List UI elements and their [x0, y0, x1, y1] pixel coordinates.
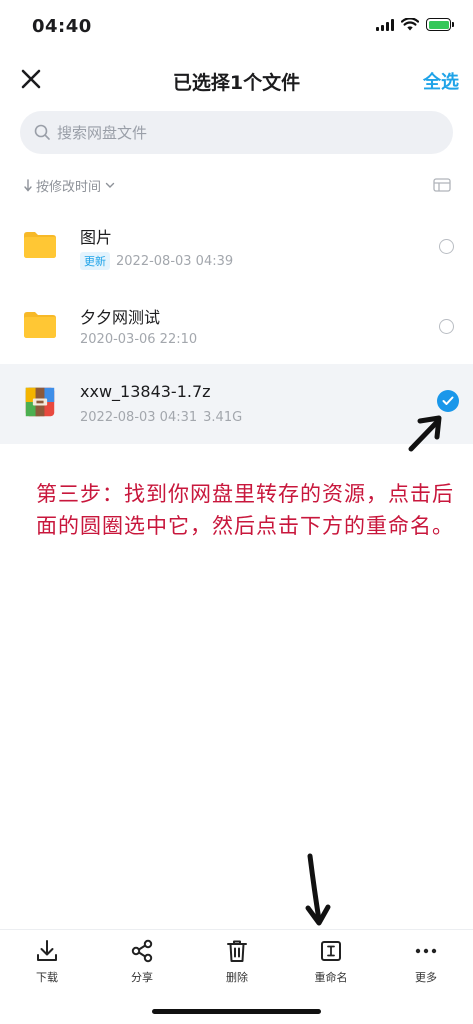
more-dots-icon	[415, 948, 437, 954]
file-meta: 2020-03-06 22:10	[80, 332, 197, 347]
file-meta: 2022-08-03 04:31 3.41G	[80, 410, 242, 425]
file-size: 3.41G	[203, 410, 243, 425]
status-bar: 04:40	[0, 0, 473, 56]
sort-label: 按修改时间	[36, 180, 102, 195]
more-button[interactable]: 更多	[396, 938, 456, 985]
archive-file-icon	[25, 387, 55, 417]
share-label: 分享	[131, 971, 153, 984]
file-date: 2022-08-03 04:31	[80, 410, 198, 425]
file-meta: 更新 2022-08-03 04:39	[80, 252, 233, 270]
share-button[interactable]: 分享	[112, 938, 172, 985]
delete-label: 删除	[226, 971, 248, 984]
file-row-pictures[interactable]: 图片 更新 2022-08-03 04:39	[0, 206, 473, 286]
select-radio[interactable]	[439, 319, 454, 334]
update-badge: 更新	[80, 252, 110, 270]
share-icon	[131, 939, 153, 963]
folder-icon	[24, 312, 56, 338]
download-icon	[37, 940, 57, 961]
rename-button[interactable]: 重命名	[301, 938, 361, 985]
trash-icon	[227, 940, 247, 962]
file-row-test-folder[interactable]: 夕夕网测试 2020-03-06 22:10	[0, 286, 473, 366]
rename-icon	[321, 941, 341, 961]
more-label: 更多	[415, 971, 437, 984]
rename-label: 重命名	[314, 971, 348, 984]
page-title: 已选择1个文件	[172, 72, 301, 94]
download-button[interactable]: 下载	[17, 938, 77, 985]
annotation-arrow-icon	[408, 415, 442, 452]
search-bar[interactable]	[20, 111, 453, 154]
status-icons	[376, 18, 454, 31]
delete-button[interactable]: 删除	[207, 938, 267, 985]
wifi-icon	[401, 18, 419, 31]
annotation-down-arrow-icon	[305, 853, 331, 926]
home-indicator[interactable]	[152, 1009, 321, 1014]
file-name: 夕夕网测试	[80, 308, 161, 327]
file-row-archive[interactable]: xxw_13843-1.7z 2022-08-03 04:31 3.41G	[0, 364, 473, 444]
sort-arrow-icon	[24, 179, 32, 192]
file-date: 2020-03-06 22:10	[80, 332, 198, 347]
status-time: 04:40	[32, 16, 92, 37]
chevron-down-icon	[105, 182, 115, 188]
nav-bar: 已选择1个文件 全选	[0, 58, 473, 102]
annotation-text: 第三步：找到你网盘里转存的资源，点击后面的圆圈选中它，然后点击下方的重命名。	[36, 482, 454, 538]
view-toggle-icon[interactable]	[433, 178, 451, 192]
search-icon	[34, 124, 50, 140]
select-radio[interactable]	[439, 239, 454, 254]
folder-icon	[24, 232, 56, 258]
file-name: 图片	[80, 228, 113, 247]
selected-check-icon[interactable]	[437, 390, 459, 412]
file-date: 2022-08-03 04:39	[116, 253, 234, 269]
file-name: xxw_13843-1.7z	[80, 382, 211, 401]
search-input[interactable]	[57, 123, 437, 142]
sort-selector[interactable]: 按修改时间	[24, 176, 115, 195]
close-icon[interactable]	[18, 66, 44, 92]
select-all-button[interactable]: 全选	[423, 68, 459, 94]
download-label: 下载	[36, 971, 58, 984]
battery-icon	[426, 18, 454, 31]
cellular-signal-icon	[376, 18, 394, 31]
